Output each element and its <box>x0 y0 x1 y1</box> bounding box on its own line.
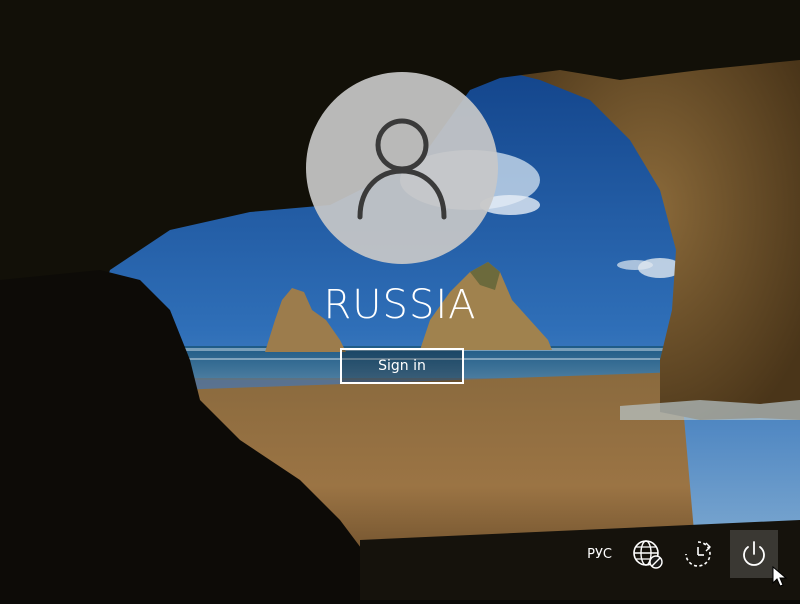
accessibility-button[interactable] <box>680 536 716 572</box>
power-button[interactable] <box>730 530 778 578</box>
power-icon <box>743 541 765 566</box>
accessibility-icon <box>685 541 711 567</box>
user-icon <box>357 118 447 220</box>
sign-in-button[interactable]: Sign in <box>340 348 464 384</box>
login-panel: RUSSIA Sign in <box>0 0 800 600</box>
system-tray: РУС <box>583 530 778 578</box>
user-avatar <box>306 72 498 264</box>
network-icon <box>633 540 663 569</box>
mouse-cursor-icon <box>772 566 788 587</box>
user-name: RUSSIA <box>323 282 477 328</box>
language-indicator[interactable]: РУС <box>583 547 616 562</box>
network-button[interactable] <box>630 536 666 572</box>
